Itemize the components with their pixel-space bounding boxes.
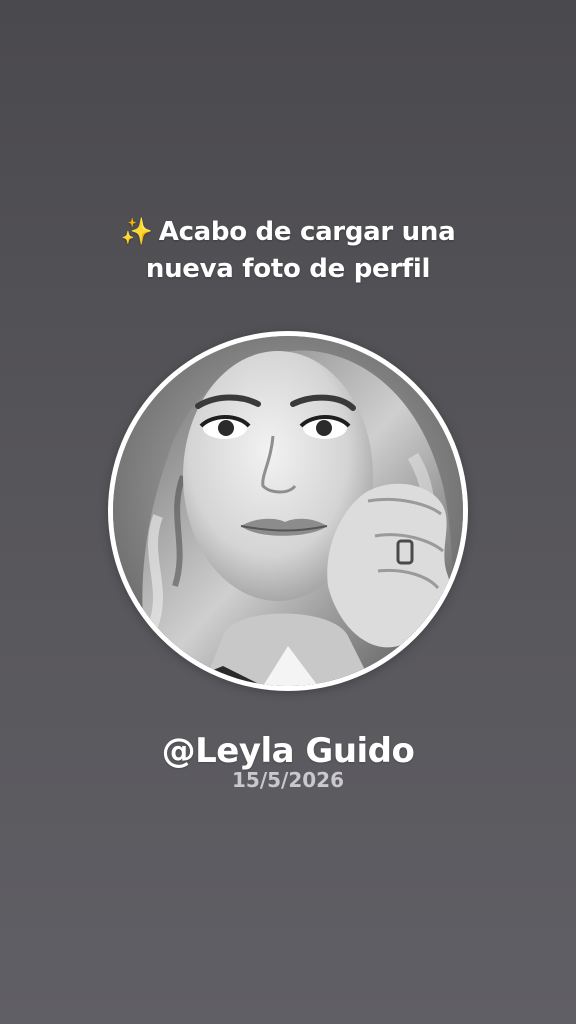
announcement-headline: ✨ Acabo de cargar una nueva foto de perfi… <box>0 214 576 288</box>
post-date: 15/5/2026 <box>231 768 345 792</box>
profile-photo-icon <box>113 336 463 686</box>
sparkle-icon: ✨ <box>120 217 153 247</box>
headline-line-2: nueva foto de perfil <box>145 254 431 284</box>
headline-line-1: ✨ Acabo de cargar una <box>0 214 576 251</box>
headline-text-1: Acabo de cargar una <box>158 217 456 247</box>
avatar[interactable] <box>113 336 463 686</box>
profile-photo-announcement: ✨ Acabo de cargar una nueva foto de perfi… <box>0 0 576 1024</box>
avatar-frame[interactable] <box>108 331 468 691</box>
